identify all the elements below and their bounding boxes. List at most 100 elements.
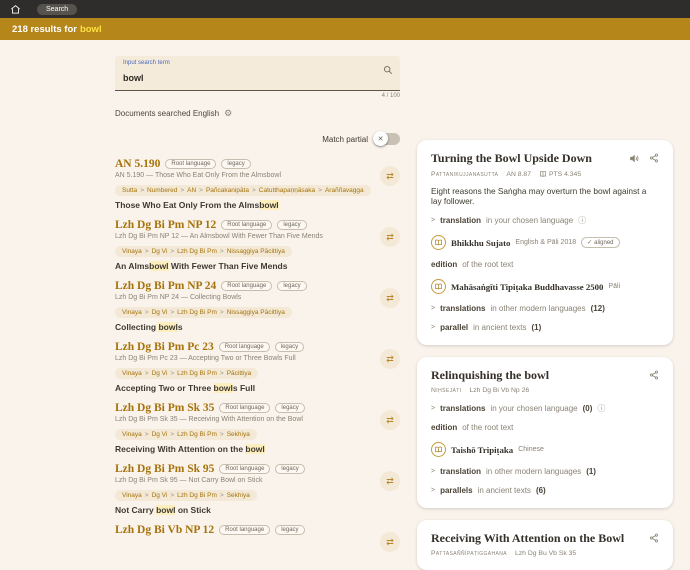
search-result-item: Lzh Dg Bi Pm Sk 95Root languagelegacyLzh… (115, 463, 400, 515)
breadcrumb-link[interactable]: Nissaggiya Pācittiya (227, 248, 285, 255)
breadcrumb-link[interactable]: Dg Vi (152, 370, 168, 377)
row-keyword: parallel (440, 323, 468, 332)
author-name[interactable]: Taishō Tripiṭaka (451, 445, 513, 455)
breadcrumb-link[interactable]: Lzh Dg Bi Pm (177, 248, 217, 255)
root-title: Niḥśejāti (431, 387, 461, 394)
breadcrumb-link[interactable]: Sutta (122, 187, 137, 194)
search-result-item: Lzh Dg Bi Vb NP 12Root languagelegacy⇄ (115, 524, 400, 536)
snippet-text: s (178, 322, 183, 332)
compare-parallels-button[interactable]: ⇄ (380, 288, 400, 308)
main-content: Input search term 4 / 100 Documents sear… (0, 40, 690, 448)
breadcrumb-link[interactable]: Catutthapaṇṇāsaka (259, 187, 315, 194)
breadcrumb-link[interactable]: Sekhiya (227, 492, 250, 499)
share-icon[interactable] (649, 153, 659, 164)
result-title-link[interactable]: Lzh Dg Bi Pm Sk 35 (115, 402, 214, 414)
match-partial-row: Match partial ✕ (115, 133, 400, 145)
detail-card: Turning the Bowl Upside DownPattanikujja… (417, 140, 673, 345)
publication-row[interactable]: Taishō TripiṭakaChinese (431, 442, 659, 457)
expander-row[interactable]: >translationin your chosen languageⓘ (431, 216, 659, 225)
check-icon: ✓ (587, 239, 592, 246)
breadcrumb-link[interactable]: Lzh Dg Bi Pm (177, 431, 217, 438)
snippet-text: on Stick (175, 505, 210, 515)
result-subtitle: Lzh Dg Bi Pm Pc 23 — Accepting Two or Th… (115, 355, 400, 362)
breadcrumb-link[interactable]: Vinaya (122, 492, 142, 499)
breadcrumb-link[interactable]: Dg Vi (152, 309, 168, 316)
breadcrumb-link[interactable]: Numbered (147, 187, 177, 194)
character-counter: 4 / 100 (115, 93, 400, 99)
compare-parallels-button[interactable]: ⇄ (380, 227, 400, 247)
result-snippet: Collecting bowls (115, 322, 400, 332)
publication-row[interactable]: Bhikkhu SujatoEnglish & Pāli 2018✓aligne… (431, 235, 659, 250)
card-header: Turning the Bowl Upside Down (431, 151, 659, 166)
detail-card: Relinquishing the bowlNiḥśejātiLzh Dg Bi… (417, 357, 673, 508)
expander-row[interactable]: >translationsin other modern languages(1… (431, 304, 659, 313)
documents-searched-row: Documents searched English ⚙ (115, 109, 400, 118)
result-title-link[interactable]: Lzh Dg Bi Pm Pc 23 (115, 341, 214, 353)
result-badge: Root language (221, 220, 272, 230)
breadcrumb-link[interactable]: AN (187, 187, 196, 194)
result-snippet: Those Who Eat Only From the Almsbowl (115, 200, 400, 210)
row-text: in other modern languages (490, 304, 585, 313)
breadcrumb-link[interactable]: Araññavagga (325, 187, 364, 194)
breadcrumb-link[interactable]: Pañcakanipāta (206, 187, 249, 194)
breadcrumb-link[interactable]: Dg Vi (152, 492, 168, 499)
result-title-link[interactable]: AN 5.190 (115, 158, 160, 170)
result-snippet: Receiving With Attention on the bowl (115, 444, 400, 454)
gear-icon[interactable]: ⚙ (224, 109, 232, 118)
expander-row[interactable]: >parallelin ancient texts(1) (431, 323, 659, 332)
expander-row[interactable]: >parallelsin ancient texts(6) (431, 486, 659, 495)
author-name[interactable]: Bhikkhu Sujato (451, 238, 510, 248)
info-icon[interactable]: ⓘ (597, 405, 605, 413)
result-snippet: An Almsbowl With Fewer Than Five Mends (115, 261, 400, 271)
expander-row[interactable]: >translationsin your chosen language(0)ⓘ (431, 404, 659, 413)
info-icon[interactable]: ⓘ (578, 217, 586, 225)
compare-parallels-button[interactable]: ⇄ (380, 410, 400, 430)
breadcrumb-link[interactable]: Vinaya (122, 370, 142, 377)
breadcrumb-separator: > (220, 309, 224, 316)
expander-row[interactable]: >translationin other modern languages(1) (431, 467, 659, 476)
breadcrumb-link[interactable]: Vinaya (122, 309, 142, 316)
match-partial-toggle[interactable]: ✕ (374, 133, 400, 145)
compare-parallels-button[interactable]: ⇄ (380, 349, 400, 369)
result-title-link[interactable]: Lzh Dg Bi Vb NP 12 (115, 524, 214, 536)
breadcrumb-link[interactable]: Vinaya (122, 431, 142, 438)
breadcrumb-link[interactable]: Pācittiya (227, 370, 252, 377)
compare-parallels-button[interactable]: ⇄ (380, 471, 400, 491)
result-title-link[interactable]: Lzh Dg Bi Pm NP 12 (115, 219, 216, 231)
breadcrumb-link[interactable]: Dg Vi (152, 248, 168, 255)
card-header-icons (629, 151, 659, 164)
root-title: Pattasaññīpaṭiggahaṇa (431, 550, 507, 557)
home-button[interactable] (10, 4, 21, 15)
search-input[interactable] (123, 73, 363, 83)
result-title-link[interactable]: Lzh Dg Bi Pm NP 24 (115, 280, 216, 292)
publication-detail: English & Pāli 2018 (515, 239, 576, 246)
share-icon[interactable] (649, 533, 659, 543)
breadcrumb-separator: > (220, 248, 224, 255)
breadcrumb-link[interactable]: Dg Vi (152, 431, 168, 438)
breadcrumb: Vinaya>Dg Vi>Lzh Dg Bi Pm>Pācittiya (115, 368, 258, 379)
compare-parallels-button[interactable]: ⇄ (380, 166, 400, 186)
share-icon[interactable] (649, 370, 659, 380)
breadcrumb-link[interactable]: Lzh Dg Bi Pm (177, 492, 217, 499)
search-result-item: Lzh Dg Bi Pm NP 12Root languagelegacyLzh… (115, 219, 400, 271)
result-title-link[interactable]: Lzh Dg Bi Pm Sk 95 (115, 463, 214, 475)
breadcrumb-link[interactable]: Sekhiya (227, 431, 250, 438)
breadcrumb-link[interactable]: Lzh Dg Bi Pm (177, 370, 217, 377)
breadcrumb-link[interactable]: Nissaggiya Pācittiya (227, 309, 285, 316)
result-badge: legacy (275, 464, 304, 474)
row-count: (6) (536, 486, 546, 495)
search-result-item: Lzh Dg Bi Pm Pc 23Root languagelegacyLzh… (115, 341, 400, 393)
compare-parallels-button[interactable]: ⇄ (380, 532, 400, 552)
breadcrumb-link[interactable]: Vinaya (122, 248, 142, 255)
search-icon[interactable] (383, 65, 393, 75)
volume-icon[interactable] (629, 153, 640, 164)
breadcrumb-separator: > (170, 248, 174, 255)
breadcrumb-separator: > (170, 370, 174, 377)
publication-row[interactable]: Mahāsaṅgīti Tipiṭaka Buddhavasse 2500Pāl… (431, 279, 659, 294)
breadcrumb-link[interactable]: Lzh Dg Bi Pm (177, 309, 217, 316)
search-result-item: Lzh Dg Bi Pm Sk 35Root languagelegacyLzh… (115, 402, 400, 454)
row-text: in ancient texts (478, 486, 531, 495)
card-rows: >translationin your chosen languageⓘ Bhik… (431, 216, 659, 332)
author-name[interactable]: Mahāsaṅgīti Tipiṭaka Buddhavasse 2500 (451, 282, 603, 292)
topbar-search-chip[interactable]: Search (37, 4, 77, 15)
